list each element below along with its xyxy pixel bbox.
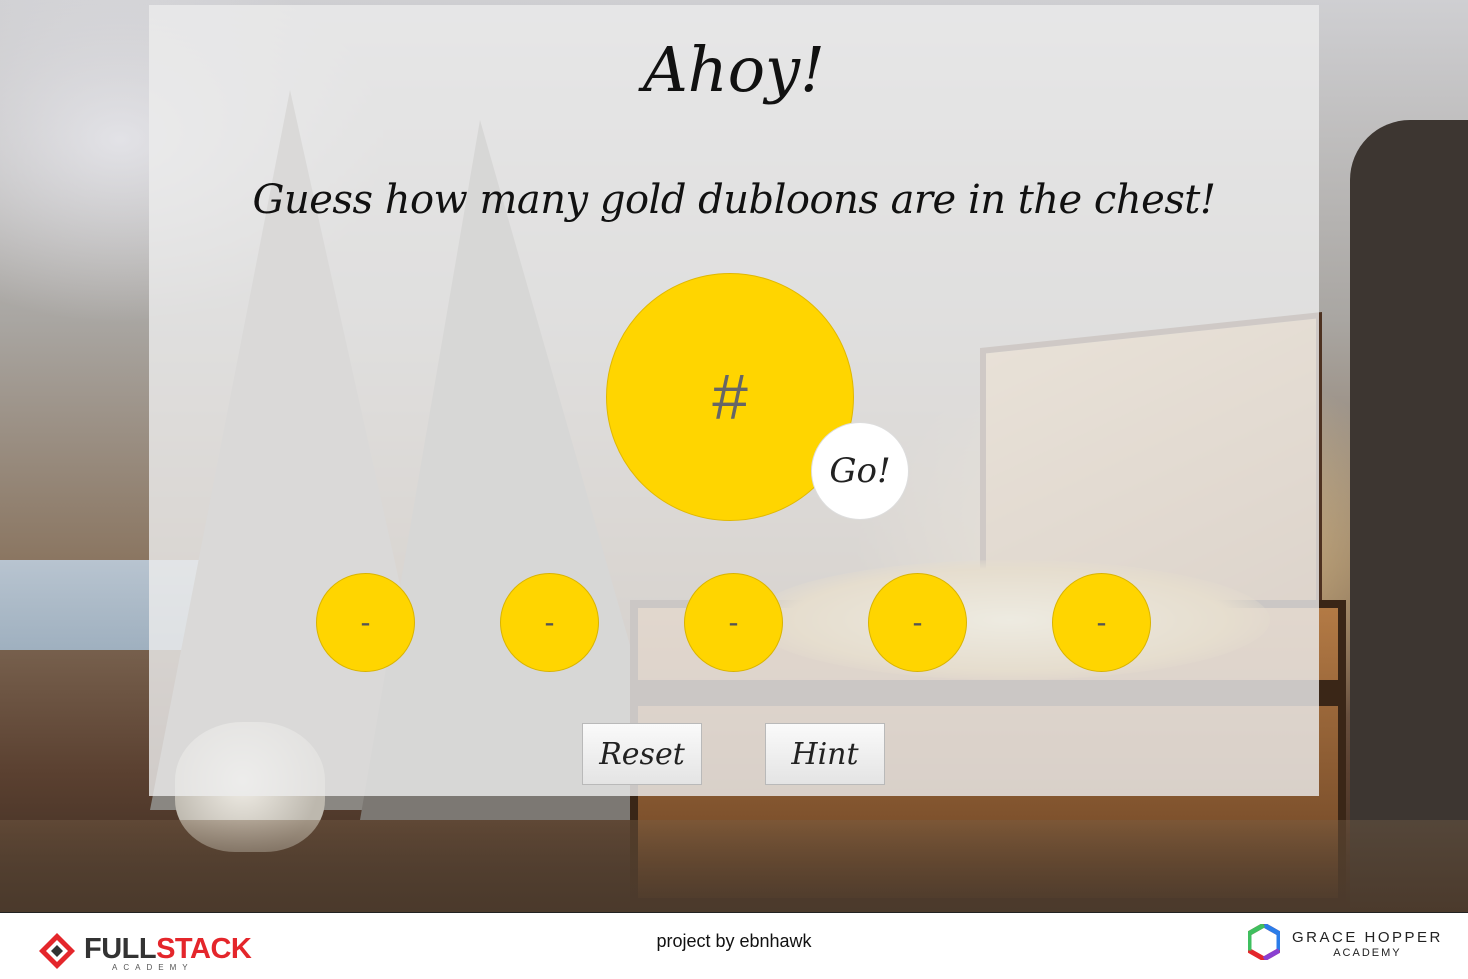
previous-guess-slot: -: [316, 573, 415, 672]
previous-guess-slot: -: [684, 573, 783, 672]
footer: FULLSTACK ACADEMY project by ebnhawk GRA…: [0, 912, 1468, 979]
hint-button[interactable]: Hint: [765, 723, 885, 785]
grace-hopper-logo-text: GRACE HOPPER: [1292, 928, 1443, 946]
page-title: Ahoy!: [643, 33, 825, 106]
grace-hopper-logo[interactable]: GRACE HOPPER ACADEMY: [1246, 922, 1443, 965]
fullstack-logo-subtext: ACADEMY: [112, 962, 194, 972]
previous-guess-slot: -: [1052, 573, 1151, 672]
game-panel: Ahoy! Guess how many gold dubloons are i…: [149, 5, 1319, 796]
previous-guess-slot: -: [868, 573, 967, 672]
background-rock: [1350, 120, 1468, 912]
background-sand: [0, 820, 1468, 912]
reset-button[interactable]: Reset: [582, 723, 702, 785]
grace-hopper-logo-icon: [1246, 922, 1282, 965]
previous-guess-slot: -: [500, 573, 599, 672]
grace-hopper-logo-subtext: ACADEMY: [1333, 946, 1402, 959]
go-button[interactable]: Go!: [811, 422, 909, 520]
page-subtitle: Guess how many gold dubloons are in the …: [252, 177, 1216, 223]
